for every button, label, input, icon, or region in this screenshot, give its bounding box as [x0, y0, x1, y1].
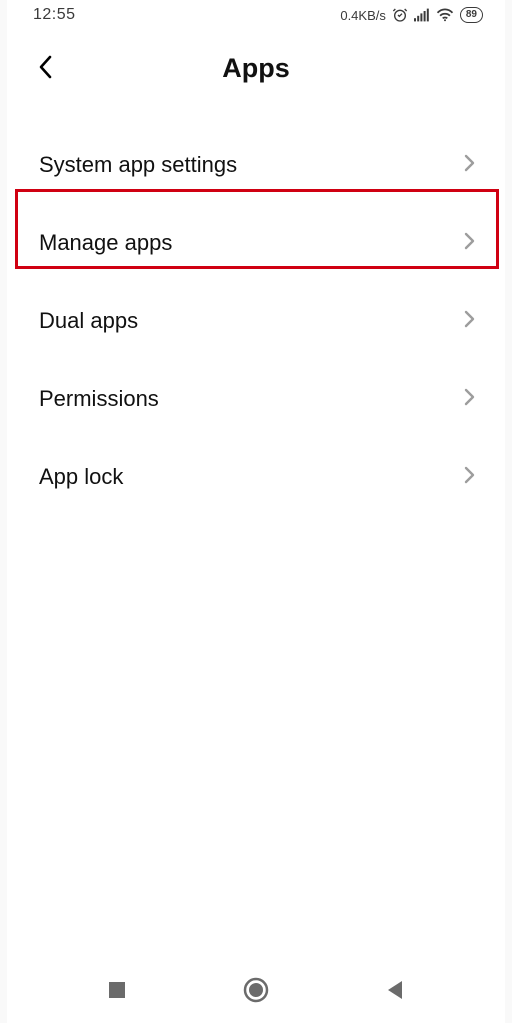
android-nav-bar [7, 961, 505, 1023]
item-label: App lock [39, 464, 123, 490]
square-icon [107, 980, 127, 1000]
chevron-right-icon [464, 310, 475, 333]
chevron-right-icon [464, 388, 475, 411]
item-app-lock[interactable]: App lock [7, 438, 505, 516]
signal-icon [414, 8, 430, 22]
page-title: Apps [7, 53, 505, 84]
battery-level: 89 [466, 10, 477, 20]
status-bar: 12:55 0.4KB/s 89 [7, 0, 505, 30]
chevron-left-icon [38, 55, 52, 79]
chevron-right-icon [464, 232, 475, 255]
header: Apps [7, 30, 505, 106]
item-system-app-settings[interactable]: System app settings [7, 126, 505, 204]
wifi-icon [436, 8, 454, 22]
item-label: System app settings [39, 152, 237, 178]
item-label: Permissions [39, 386, 159, 412]
nav-home-button[interactable] [236, 970, 276, 1010]
back-button[interactable] [31, 52, 59, 82]
triangle-left-icon [385, 979, 405, 1001]
status-right: 0.4KB/s 89 [340, 7, 483, 23]
item-manage-apps[interactable]: Manage apps [7, 204, 505, 282]
item-label: Dual apps [39, 308, 138, 334]
item-dual-apps[interactable]: Dual apps [7, 282, 505, 360]
settings-list: System app settings Manage apps Dual app… [7, 106, 505, 516]
item-permissions[interactable]: Permissions [7, 360, 505, 438]
nav-back-button[interactable] [375, 970, 415, 1010]
status-time: 12:55 [33, 6, 76, 24]
item-label: Manage apps [39, 230, 172, 256]
circle-icon [242, 976, 270, 1004]
status-net-speed: 0.4KB/s [340, 8, 386, 23]
chevron-right-icon [464, 154, 475, 177]
nav-recent-button[interactable] [97, 970, 137, 1010]
chevron-right-icon [464, 466, 475, 489]
battery-icon: 89 [460, 7, 483, 23]
alarm-icon [392, 7, 408, 23]
